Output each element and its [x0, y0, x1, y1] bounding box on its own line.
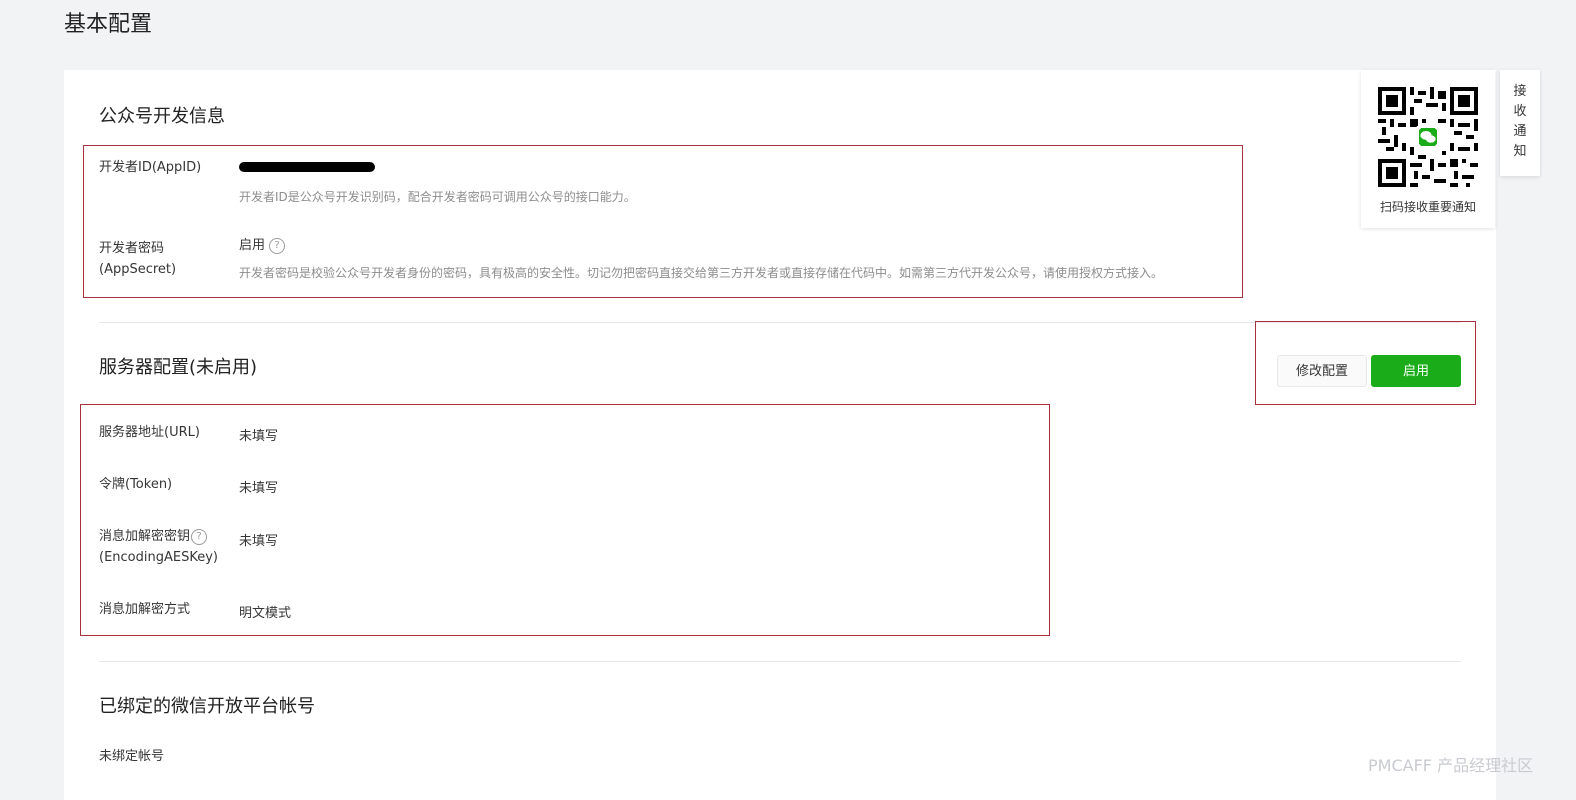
- help-icon[interactable]: ?: [191, 528, 208, 545]
- appsecret-label-line1: 开发者密码: [99, 241, 165, 256]
- section-divider: [99, 661, 1461, 662]
- appsecret-label-line2: (AppSecret): [99, 262, 177, 277]
- config-card: 公众号开发信息 开发者ID(AppID) 开发者ID是公众号开发识别码，配合开发…: [64, 70, 1496, 800]
- appid-value-redacted: [239, 162, 375, 172]
- side-tab-char: 收: [1513, 104, 1527, 119]
- aeskey-label-line1-text: 消息加解密密钥: [99, 529, 191, 544]
- encrypt-mode-value: 明文模式: [239, 606, 292, 621]
- encrypt-mode-label: 消息加解密方式: [99, 602, 191, 617]
- qr-panel: 扫码接收重要通知: [1361, 70, 1495, 228]
- server-config-title: 服务器配置(未启用): [99, 357, 258, 378]
- aeskey-label: 消息加解密密钥? (EncodingAESKey): [99, 526, 218, 568]
- side-tab-char: 知: [1513, 144, 1527, 159]
- appid-label: 开发者ID(AppID): [99, 160, 202, 175]
- page-title: 基本配置: [64, 12, 153, 37]
- appid-description: 开发者ID是公众号开发识别码，配合开发者密码可调用公众号的接口能力。: [239, 190, 636, 204]
- open-platform-status: 未绑定帐号: [99, 749, 165, 764]
- url-label: 服务器地址(URL): [99, 425, 200, 440]
- token-value: 未填写: [239, 481, 279, 496]
- watermark: PMCAFF 产品经理社区: [1368, 756, 1534, 775]
- token-label: 令牌(Token): [99, 477, 173, 492]
- url-value: 未填写: [239, 429, 279, 444]
- modify-config-button[interactable]: 修改配置: [1277, 355, 1367, 387]
- qr-caption: 扫码接收重要通知: [1379, 200, 1476, 214]
- open-platform-title: 已绑定的微信开放平台帐号: [99, 696, 315, 717]
- help-icon[interactable]: ?: [269, 237, 286, 254]
- aeskey-label-line1: 消息加解密密钥?: [99, 526, 218, 547]
- aeskey-label-line2: (EncodingAESKey): [99, 550, 218, 565]
- server-config-highlight-box: [80, 404, 1050, 636]
- aeskey-value: 未填写: [239, 534, 279, 549]
- appsecret-status: 启用?: [239, 234, 286, 254]
- qr-code: [1378, 87, 1478, 187]
- dev-info-title: 公众号开发信息: [99, 106, 225, 127]
- appsecret-description: 开发者密码是校验公众号开发者身份的密码，具有极高的安全性。切记勿把密码直接交给第…: [239, 266, 1164, 280]
- enable-button[interactable]: 启用: [1371, 355, 1461, 387]
- appsecret-label: 开发者密码 (AppSecret): [99, 238, 176, 280]
- side-tab-char: 通: [1513, 124, 1527, 139]
- appsecret-status-text: 启用: [239, 238, 266, 253]
- receive-notification-tab[interactable]: 接 收 通 知: [1500, 70, 1540, 176]
- side-tab-char: 接: [1513, 84, 1527, 99]
